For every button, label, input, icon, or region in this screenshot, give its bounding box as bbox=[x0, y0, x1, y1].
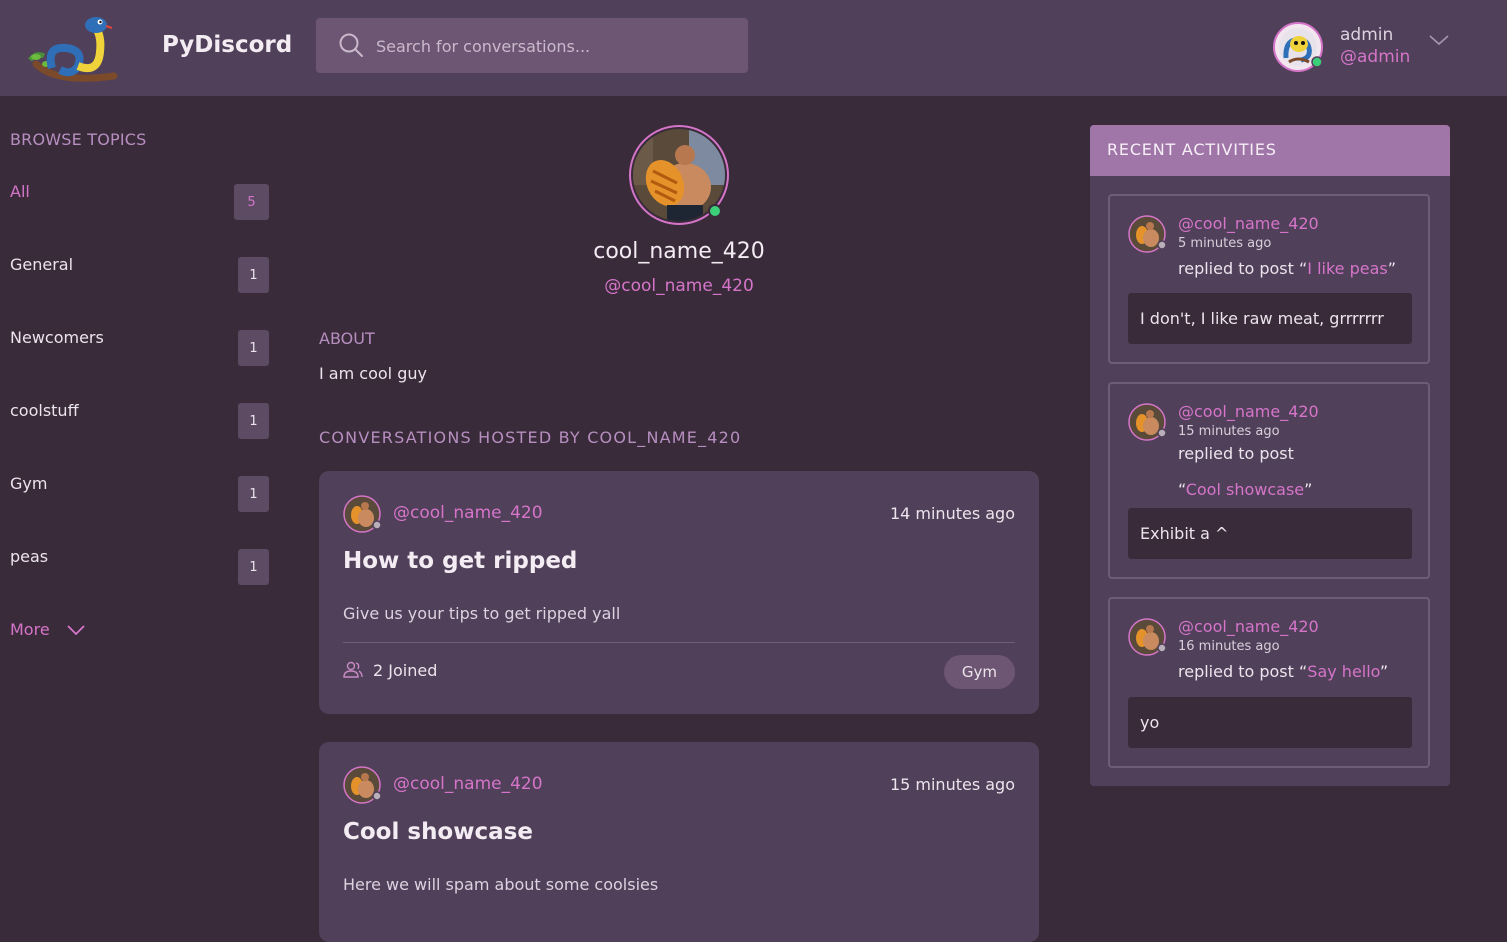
topic-count-badge: 1 bbox=[238, 476, 269, 512]
quote-close: ” bbox=[1304, 480, 1313, 499]
conversations-heading: CONVERSATIONS HOSTED BY COOL_NAME_420 bbox=[319, 428, 742, 447]
topic-count-badge: 1 bbox=[238, 403, 269, 439]
users-icon bbox=[343, 661, 363, 678]
activity-text: replied to post “I like peas” bbox=[1178, 256, 1418, 282]
search-input[interactable] bbox=[374, 18, 738, 75]
activity-text: replied to post “Say hello” bbox=[1178, 659, 1418, 685]
post-link[interactable]: Say hello bbox=[1307, 662, 1380, 681]
post-link[interactable]: Cool showcase bbox=[1186, 480, 1304, 499]
activity-item: @cool_name_420 15 minutes ago replied to… bbox=[1108, 382, 1430, 579]
offline-status-icon bbox=[372, 520, 381, 530]
author-handle[interactable]: @cool_name_420 bbox=[1178, 214, 1319, 233]
profile-name: cool_name_420 bbox=[593, 239, 765, 264]
conversation-title[interactable]: Cool showcase bbox=[343, 819, 533, 845]
quote-close: ” bbox=[1387, 259, 1397, 278]
divider bbox=[343, 642, 1015, 643]
more-label: More bbox=[10, 620, 50, 639]
topic-item-newcomers[interactable]: Newcomers 1 bbox=[10, 328, 270, 366]
reply-body: I don't, I like raw meat, grrrrrrr bbox=[1128, 293, 1412, 344]
reply-body: Exhibit a ^ bbox=[1128, 508, 1412, 559]
brand-name[interactable]: PyDiscord bbox=[162, 32, 292, 58]
topic-item-general[interactable]: General 1 bbox=[10, 255, 270, 293]
author-handle[interactable]: @cool_name_420 bbox=[393, 503, 543, 523]
about-heading: ABOUT bbox=[319, 329, 375, 348]
author-avatar[interactable] bbox=[1128, 403, 1166, 441]
recent-activities-panel: RECENT ACTIVITIES @cool_name_420 5 minut… bbox=[1090, 125, 1450, 786]
activity-text: replied to post “Cool showcase” bbox=[1178, 436, 1328, 508]
profile-avatar bbox=[629, 125, 729, 225]
joined-count: 2 Joined bbox=[343, 661, 437, 680]
post-time: 15 minutes ago bbox=[889, 775, 1015, 794]
activity-action: replied to post “ bbox=[1178, 662, 1308, 681]
user-handle[interactable]: @admin bbox=[1340, 47, 1410, 67]
author-avatar[interactable] bbox=[1128, 215, 1166, 253]
online-status-icon bbox=[708, 204, 722, 218]
topic-name: Gym bbox=[10, 474, 48, 493]
post-time: 14 minutes ago bbox=[889, 504, 1015, 523]
topic-count-badge: 1 bbox=[238, 257, 269, 293]
topic-item-gym[interactable]: Gym 1 bbox=[10, 474, 270, 512]
activity-time: 16 minutes ago bbox=[1178, 639, 1280, 654]
offline-status-icon bbox=[1157, 240, 1166, 250]
activity-time: 5 minutes ago bbox=[1178, 236, 1272, 251]
topic-count-badge: 5 bbox=[234, 184, 269, 220]
top-header: PyDiscord admin @admin bbox=[0, 0, 1507, 96]
activity-item: @cool_name_420 16 minutes ago replied to… bbox=[1108, 597, 1430, 768]
browse-topics-heading: BROWSE TOPICS bbox=[10, 130, 147, 149]
profile-handle: @cool_name_420 bbox=[604, 276, 754, 296]
offline-status-icon bbox=[372, 791, 381, 801]
online-status-icon bbox=[1311, 56, 1323, 68]
offline-status-icon bbox=[1157, 643, 1166, 653]
topic-item-coolstuff[interactable]: coolstuff 1 bbox=[10, 401, 270, 439]
joined-label: 2 Joined bbox=[373, 661, 438, 680]
topic-item-all[interactable]: All 5 bbox=[10, 182, 270, 220]
chevron-down-icon bbox=[67, 625, 85, 636]
author-avatar[interactable] bbox=[343, 495, 381, 533]
topic-count-badge: 1 bbox=[238, 549, 269, 585]
activity-item: @cool_name_420 5 minutes ago replied to … bbox=[1108, 194, 1430, 364]
topic-item-peas[interactable]: peas 1 bbox=[10, 547, 270, 585]
search-icon bbox=[339, 33, 363, 57]
topic-name: All bbox=[10, 182, 30, 201]
chevron-down-icon[interactable] bbox=[1428, 32, 1450, 48]
topic-name: General bbox=[10, 255, 74, 274]
user-avatar[interactable] bbox=[1273, 22, 1323, 72]
topic-name: Newcomers bbox=[10, 328, 104, 347]
topic-tag[interactable]: Gym bbox=[943, 655, 1015, 689]
activity-action: replied to post “ bbox=[1178, 259, 1308, 278]
author-handle[interactable]: @cool_name_420 bbox=[1178, 402, 1319, 421]
python-snake-logo-icon[interactable] bbox=[26, 12, 122, 82]
user-name[interactable]: admin bbox=[1340, 25, 1393, 45]
quote-close: ” bbox=[1379, 662, 1389, 681]
search-bar[interactable] bbox=[316, 18, 748, 75]
more-topics-button[interactable]: More bbox=[10, 620, 85, 639]
topic-count-badge: 1 bbox=[238, 330, 269, 366]
conversation-title[interactable]: How to get ripped bbox=[343, 548, 577, 574]
topic-name: coolstuff bbox=[10, 401, 79, 420]
author-handle[interactable]: @cool_name_420 bbox=[393, 774, 543, 794]
recent-activities-title: RECENT ACTIVITIES bbox=[1107, 140, 1277, 159]
conversation-card[interactable]: @cool_name_420 14 minutes ago How to get… bbox=[319, 471, 1039, 714]
conversation-card[interactable]: @cool_name_420 15 minutes ago Cool showc… bbox=[319, 742, 1039, 942]
author-avatar[interactable] bbox=[343, 766, 381, 804]
conversation-description: Here we will spam about some coolsies bbox=[343, 875, 659, 894]
offline-status-icon bbox=[1157, 428, 1166, 438]
reply-body: yo bbox=[1128, 697, 1412, 748]
post-link[interactable]: I like peas bbox=[1307, 259, 1387, 278]
recent-activities-header: RECENT ACTIVITIES bbox=[1090, 125, 1450, 176]
about-text: I am cool guy bbox=[319, 364, 427, 383]
conversation-description: Give us your tips to get ripped yall bbox=[343, 604, 621, 623]
author-avatar[interactable] bbox=[1128, 618, 1166, 656]
topic-name: peas bbox=[10, 547, 49, 566]
author-handle[interactable]: @cool_name_420 bbox=[1178, 617, 1319, 636]
